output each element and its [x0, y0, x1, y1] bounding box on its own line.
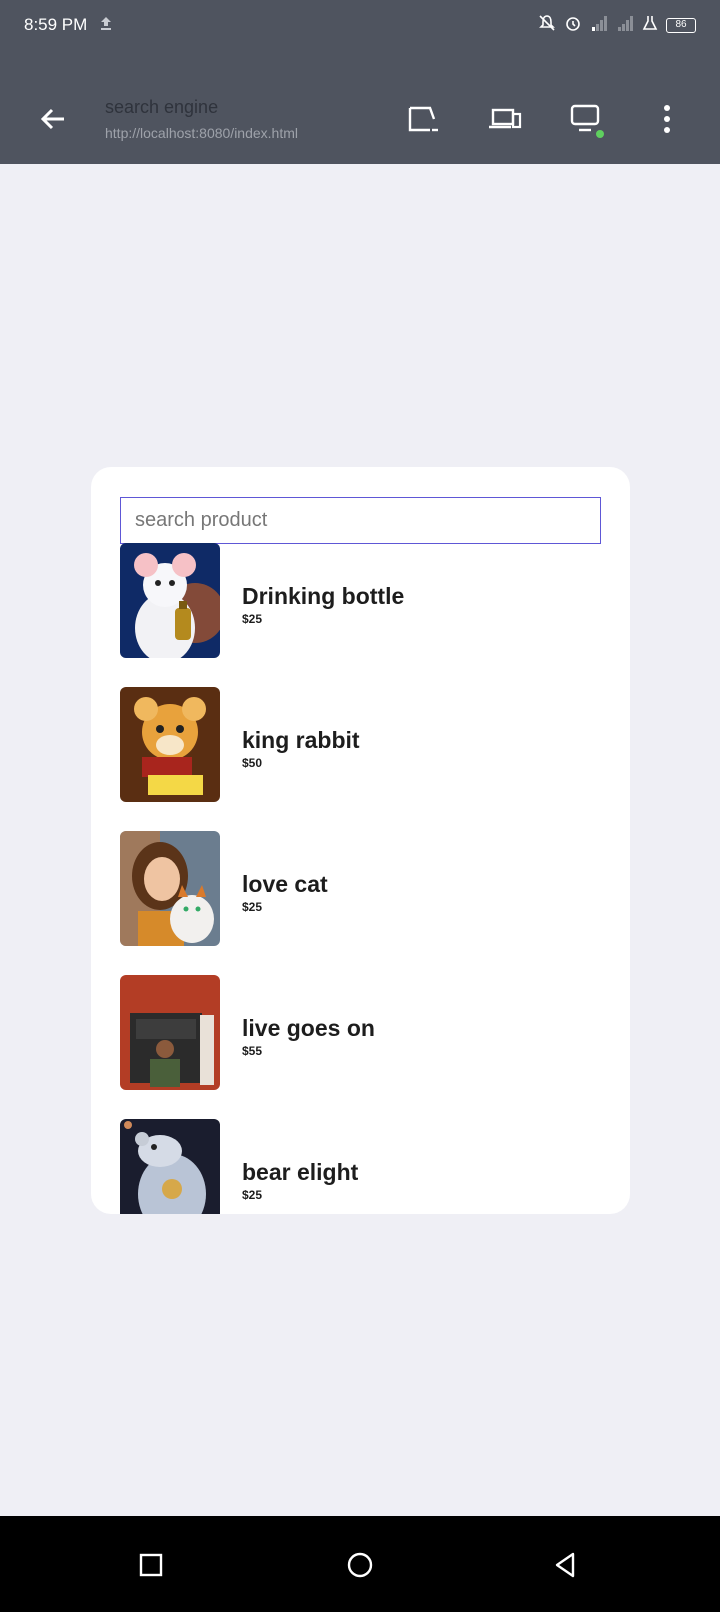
flask-icon	[642, 14, 658, 37]
product-price: $25	[242, 1188, 263, 1202]
top-bar: 8:59 PM 86 search engine http://localhos…	[0, 0, 720, 164]
status-time: 8:59 PM	[24, 15, 88, 34]
mouse-with-bottle-image	[120, 543, 220, 658]
list-item[interactable]: live goes on $55	[120, 975, 601, 1119]
mute-icon	[538, 14, 556, 37]
hamster-with-butter-image	[120, 687, 220, 802]
ornate-bear-image	[120, 1119, 220, 1214]
product-name: live goes on	[242, 1015, 375, 1041]
more-vert-icon[interactable]	[649, 102, 685, 136]
product-name: Drinking bottle	[242, 583, 405, 609]
list-item[interactable]: Drinking bottle $25	[120, 543, 601, 687]
battery-icon: 86	[666, 18, 696, 33]
circle-home-icon[interactable]	[345, 1550, 375, 1580]
status-bar: 8:59 PM 86	[0, 0, 720, 52]
status-icons: 86	[538, 14, 696, 37]
list-item[interactable]: king rabbit $50	[120, 687, 601, 831]
list-item[interactable]: love cat $25	[120, 831, 601, 975]
upload-icon	[98, 14, 114, 32]
search-input[interactable]	[120, 497, 601, 544]
online-indicator	[596, 130, 604, 138]
title-block: search engine http://localhost:8080/inde…	[105, 97, 298, 141]
product-name: love cat	[242, 871, 328, 897]
product-price: $55	[242, 1044, 263, 1058]
girl-with-cat-image	[120, 831, 220, 946]
product-price: $50	[242, 756, 263, 770]
signal-icon	[616, 14, 634, 37]
page-title: search engine	[105, 97, 219, 117]
woman-in-studio-image	[120, 975, 220, 1090]
devices-icon[interactable]	[487, 102, 523, 136]
alarm-icon	[564, 14, 582, 37]
triangle-back-icon[interactable]	[551, 1550, 581, 1580]
app-bar: search engine http://localhost:8080/inde…	[0, 88, 720, 152]
cast-screen-icon[interactable]	[406, 102, 442, 136]
desktop-icon[interactable]	[568, 102, 604, 138]
product-name: bear elight	[242, 1159, 359, 1185]
page-url: http://localhost:8080/index.html	[105, 125, 299, 141]
signal-icon	[590, 14, 608, 37]
product-search-card: Drinking bottle $25 king rabbit $50	[91, 467, 630, 1214]
navigation-bar	[0, 1516, 720, 1612]
product-name: king rabbit	[242, 727, 360, 753]
product-price: $25	[242, 612, 263, 626]
square-recents-icon[interactable]	[136, 1550, 166, 1580]
list-item[interactable]: bear elight $25	[120, 1119, 601, 1214]
product-price: $25	[242, 900, 263, 914]
product-list: Drinking bottle $25 king rabbit $50 love…	[120, 543, 601, 1214]
back-arrow-icon[interactable]	[36, 102, 70, 136]
